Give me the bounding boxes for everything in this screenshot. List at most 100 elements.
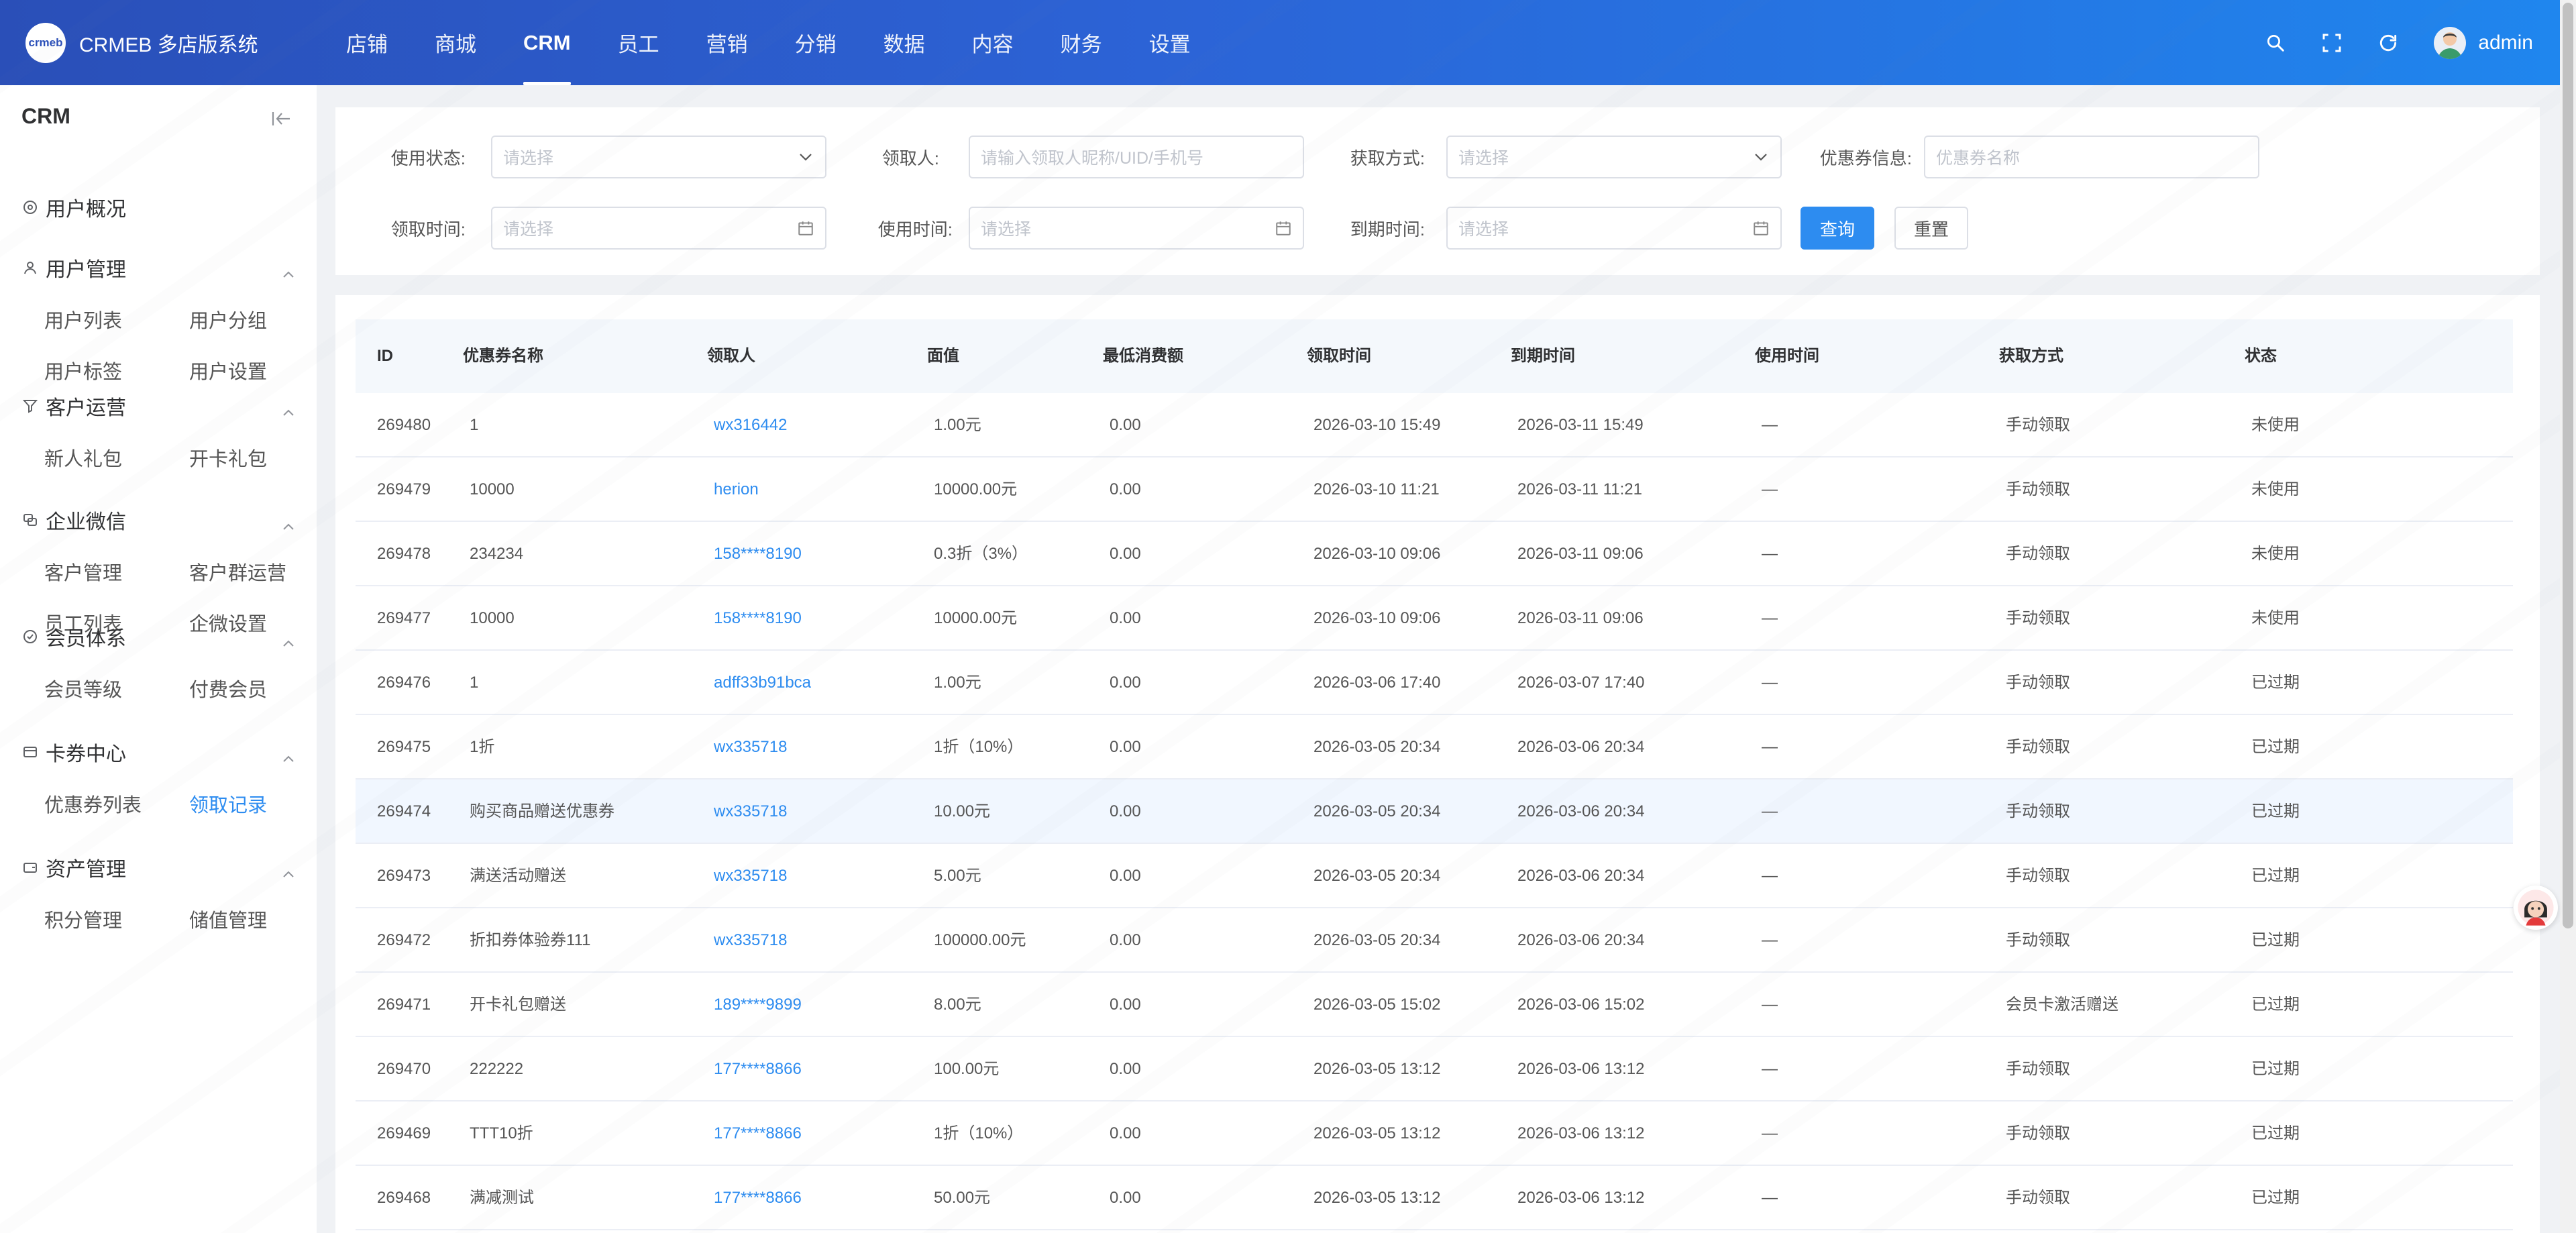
- table-row[interactable]: 269468 满减测试 177****8866 50.00元 0.00 2026-03-0…: [356, 1166, 2513, 1230]
- sidebar: CRM 用户概况 用户管理 用户列表 用户分组 用户标签 用户设置 客户运营 新人礼包 开卡礼包…: [0, 85, 317, 1233]
- nav-item-2[interactable]: CRM: [503, 0, 591, 85]
- column-header[interactable]: 使用时间: [1755, 319, 1819, 393]
- table-row[interactable]: 269471 开卡礼包赠送 189****9899 8.00元 0.00 2026-03-…: [356, 973, 2513, 1037]
- table-row[interactable]: 269479 10000 herion 10000.00元 0.00 2026-03-10…: [356, 458, 2513, 522]
- sidebar-item[interactable]: 积分管理: [44, 905, 122, 933]
- sidebar-item[interactable]: 会员等级: [44, 674, 122, 702]
- sidebar-item[interactable]: 用户列表: [44, 305, 122, 333]
- collapse-sidebar-icon[interactable]: [271, 109, 292, 128]
- refresh-icon[interactable]: [2376, 31, 2400, 55]
- column-header[interactable]: 到期时间: [1511, 319, 1575, 393]
- sidebar-group-6[interactable]: 资产管理: [21, 853, 297, 882]
- table-cell: 0.00: [1110, 609, 1141, 627]
- expire-time-picker[interactable]: 请选择: [1446, 207, 1782, 250]
- table-row[interactable]: 269470 222222 177****8866 100.00元 0.00 2026-0…: [356, 1037, 2513, 1102]
- use-time-picker[interactable]: 请选择: [969, 207, 1304, 250]
- receiver-link[interactable]: 177****8866: [714, 1037, 802, 1102]
- fullscreen-icon[interactable]: [2320, 31, 2344, 55]
- sidebar-group-5[interactable]: 卡券中心: [21, 737, 297, 767]
- nav-item-9[interactable]: 设置: [1129, 0, 1211, 85]
- sidebar-group-4[interactable]: 会员体系: [21, 622, 297, 651]
- receiver-link[interactable]: wx335718: [714, 715, 787, 780]
- sidebar-item[interactable]: 用户分组: [189, 305, 267, 333]
- receiver-link[interactable]: wx335718: [714, 780, 787, 844]
- column-header[interactable]: 领取人: [707, 319, 755, 393]
- sidebar-item[interactable]: 新人礼包: [44, 443, 122, 472]
- method-select[interactable]: 请选择: [1446, 136, 1782, 178]
- receiver-link[interactable]: 158****8190: [714, 586, 802, 651]
- table-row[interactable]: 269478 234234 158****8190 0.3折（3%） 0.00 2026-…: [356, 522, 2513, 586]
- search-button[interactable]: 查询: [1801, 207, 1874, 250]
- table-cell: 手动领取: [2006, 738, 2070, 756]
- sidebar-group-1[interactable]: 用户管理: [21, 253, 297, 282]
- sidebar-group-2[interactable]: 客户运营: [21, 391, 297, 421]
- column-header[interactable]: 领取时间: [1307, 319, 1371, 393]
- nav-item-5[interactable]: 分销: [775, 0, 857, 85]
- table-row[interactable]: 269476 1 adff33b91bca 1.00元 0.00 2026-03-06 1…: [356, 651, 2513, 715]
- sidebar-group-label: 会员体系: [46, 628, 126, 650]
- username[interactable]: admin: [2478, 32, 2533, 54]
- dashboard-icon: [21, 199, 39, 216]
- receiver-link[interactable]: 189****9899: [714, 973, 802, 1037]
- assistant-avatar-icon[interactable]: [2514, 886, 2558, 930]
- sidebar-group-label: 卡券中心: [46, 743, 126, 765]
- sidebar-item[interactable]: 客户群运营: [189, 557, 286, 586]
- table-row[interactable]: 269472 折扣券体验券111 wx335718 100000.00元 0.00 202…: [356, 908, 2513, 973]
- nav-item-8[interactable]: 财务: [1040, 0, 1122, 85]
- table-row[interactable]: 269473 满送活动赠送 wx335718 5.00元 0.00 2026-03-05 …: [356, 844, 2513, 908]
- table-row[interactable]: 269480 1 wx316442 1.00元 0.00 2026-03-10 15:49…: [356, 393, 2513, 458]
- receiver-link[interactable]: 177****8866: [714, 1102, 802, 1166]
- column-header[interactable]: 最低消费额: [1103, 319, 1183, 393]
- receiver-link[interactable]: wx335718: [714, 908, 787, 973]
- column-header[interactable]: 面值: [927, 319, 959, 393]
- sidebar-item[interactable]: 领取记录: [189, 790, 267, 818]
- sidebar-group-0[interactable]: 用户概况: [21, 193, 297, 222]
- nav-item-7[interactable]: 内容: [952, 0, 1034, 85]
- records-table: ID 优惠券名称 领取人 面值 最低消费额 领取时间 到期时间 使用时间 获取方式 状态 2694…: [335, 295, 2540, 1233]
- table-cell: 2026-03-06 13:12: [1517, 1060, 1645, 1078]
- column-header[interactable]: ID: [377, 319, 393, 393]
- reset-button[interactable]: 重置: [1894, 207, 1968, 250]
- sidebar-item[interactable]: 开卡礼包: [189, 443, 267, 472]
- table-row[interactable]: 269475 1折 wx335718 1折（10%） 0.00 2026-03-05 20…: [356, 715, 2513, 780]
- search-icon[interactable]: [2263, 31, 2288, 55]
- sidebar-group-3[interactable]: 企业微信: [21, 505, 297, 535]
- receiver-input[interactable]: 请输入领取人昵称/UID/手机号: [969, 136, 1304, 178]
- receive-time-picker[interactable]: 请选择: [491, 207, 826, 250]
- nav-item-3[interactable]: 员工: [598, 0, 680, 85]
- receiver-link[interactable]: 158****8190: [714, 522, 802, 586]
- nav-item-6[interactable]: 数据: [863, 0, 945, 85]
- table-row[interactable]: 269469 TTT10折 177****8866 1折（10%） 0.00 2026-0…: [356, 1102, 2513, 1166]
- column-header[interactable]: 状态: [2245, 319, 2277, 393]
- scrollbar-thumb[interactable]: [2563, 3, 2573, 928]
- coupon-input[interactable]: 优惠券名称: [1924, 136, 2259, 178]
- table-cell: —: [1762, 480, 1778, 498]
- receiver-link[interactable]: adff33b91bca: [714, 651, 811, 715]
- table-cell: 2026-03-11 11:21: [1517, 480, 1642, 498]
- page-scrollbar[interactable]: [2560, 0, 2576, 1233]
- sidebar-item[interactable]: 用户标签: [44, 356, 122, 384]
- receiver-link[interactable]: 177****8866: [714, 1166, 802, 1230]
- table-cell: 0.00: [1110, 545, 1141, 563]
- wallet-icon: [21, 859, 39, 876]
- sidebar-item[interactable]: 用户设置: [189, 356, 267, 384]
- column-header[interactable]: 优惠券名称: [463, 319, 543, 393]
- receiver-link[interactable]: herion: [714, 458, 759, 522]
- brand[interactable]: crmeb CRMEB 多店版系统: [25, 22, 326, 63]
- sidebar-item[interactable]: 客户管理: [44, 557, 122, 586]
- table-row[interactable]: 269474 购买商品赠送优惠券 wx335718 10.00元 0.00 2026-03…: [356, 780, 2513, 844]
- nav-item-1[interactable]: 商城: [415, 0, 496, 85]
- nav-item-0[interactable]: 店铺: [326, 0, 408, 85]
- column-header[interactable]: 获取方式: [1999, 319, 2063, 393]
- receiver-link[interactable]: wx316442: [714, 393, 787, 458]
- status-select[interactable]: 请选择: [491, 136, 826, 178]
- nav-item-4[interactable]: 营销: [686, 0, 768, 85]
- sidebar-item[interactable]: 储值管理: [189, 905, 267, 933]
- receiver-link[interactable]: wx335718: [714, 844, 787, 908]
- table-cell: —: [1762, 1124, 1778, 1142]
- sidebar-item[interactable]: 付费会员: [189, 674, 267, 702]
- avatar[interactable]: [2434, 26, 2467, 59]
- table-row[interactable]: 269477 10000 158****8190 10000.00元 0.00 2026-…: [356, 586, 2513, 651]
- sidebar-item[interactable]: 优惠券列表: [44, 790, 142, 818]
- table-cell: 手动领取: [2006, 802, 2070, 820]
